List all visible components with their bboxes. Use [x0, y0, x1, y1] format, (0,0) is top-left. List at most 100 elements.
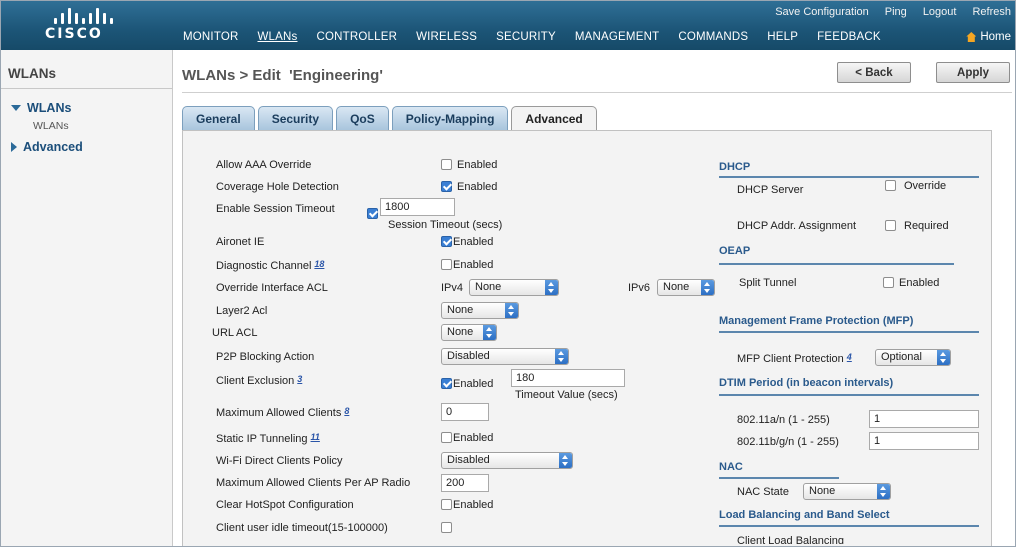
- sidebar-item-advanced[interactable]: Advanced: [11, 140, 83, 154]
- tab-general[interactable]: General: [182, 106, 255, 130]
- aironet-ie-label: Aironet IE: [216, 236, 265, 248]
- max-per-radio-label: Maximum Allowed Clients Per AP Radio: [216, 477, 411, 489]
- tab-security[interactable]: Security: [257, 106, 334, 130]
- diagnostic-channel-note[interactable]: 18: [314, 259, 324, 269]
- sidebar-item-label: Advanced: [23, 140, 83, 154]
- session-timeout-label: Enable Session Timeout: [216, 203, 335, 215]
- max-clients-note[interactable]: 8: [344, 406, 349, 416]
- client-exclusion-checkbox[interactable]: [441, 378, 452, 389]
- dtim-b-input[interactable]: 1: [869, 432, 979, 450]
- select-arrows-icon: [559, 453, 572, 468]
- top-header: CISCO Save Configuration Ping Logout Ref…: [1, 1, 1015, 50]
- max-clients-label: Maximum Allowed Clients 8: [216, 406, 350, 419]
- dhcp-override-label: Override: [904, 180, 947, 192]
- home-icon: [966, 32, 977, 42]
- session-timeout-input[interactable]: 1800: [380, 198, 455, 216]
- ipv6-label: IPv6: [628, 282, 651, 294]
- tab-qos[interactable]: QoS: [336, 106, 389, 130]
- static-ip-note[interactable]: 11: [311, 432, 320, 442]
- refresh-link[interactable]: Refresh: [972, 6, 1011, 18]
- max-per-radio-input[interactable]: 200: [441, 474, 489, 492]
- diagnostic-channel-label: Diagnostic Channel 18: [216, 259, 325, 272]
- ipv4-label: IPv4: [441, 282, 464, 294]
- sidebar-item-wlans[interactable]: WLANs: [11, 101, 71, 115]
- idle-timeout-checkbox[interactable]: [441, 522, 452, 533]
- oeap-divider: [719, 263, 954, 265]
- exclusion-timeout-caption: Timeout Value (secs): [515, 389, 618, 401]
- back-button[interactable]: < Back: [837, 62, 911, 83]
- mfp-note[interactable]: 4: [847, 352, 852, 362]
- sidebar-subitem-wlans[interactable]: WLANs: [33, 120, 69, 132]
- apply-button[interactable]: Apply: [936, 62, 1010, 83]
- ipv4-acl-select[interactable]: None: [469, 279, 559, 296]
- page-title: WLANs > Edit 'Engineering': [182, 67, 383, 84]
- clear-hotspot-checkbox[interactable]: [441, 499, 452, 510]
- layer2-acl-select[interactable]: None: [441, 302, 519, 319]
- sidebar-item-label: WLANs: [27, 101, 72, 115]
- aaa-override-check-label: Enabled: [457, 159, 498, 171]
- select-arrows-icon: [555, 349, 568, 364]
- mfp-section-title: Management Frame Protection (MFP): [719, 315, 914, 327]
- exclusion-timeout-input[interactable]: 180: [511, 369, 625, 387]
- nac-state-label: NAC State: [737, 486, 789, 498]
- static-ip-checkbox[interactable]: [441, 432, 452, 443]
- title-divider: [182, 92, 1012, 93]
- tab-bar: General Security QoS Policy-Mapping Adva…: [182, 106, 597, 131]
- nav-help[interactable]: HELP: [767, 31, 798, 43]
- wifi-direct-select[interactable]: Disabled: [441, 452, 573, 469]
- nav-wlans[interactable]: WLANs: [258, 31, 298, 43]
- diagnostic-channel-check-label: Enabled: [453, 259, 494, 271]
- nav-management[interactable]: MANAGEMENT: [575, 31, 659, 43]
- client-exclusion-note[interactable]: 3: [297, 374, 302, 384]
- p2p-blocking-select[interactable]: Disabled: [441, 348, 569, 365]
- wlc-window: CISCO Save Configuration Ping Logout Ref…: [0, 0, 1016, 547]
- client-exclusion-check-label: Enabled: [453, 378, 494, 390]
- aaa-override-label: Allow AAA Override: [216, 159, 312, 171]
- load-balancing-divider: [719, 525, 979, 527]
- dtim-a-label: 802.11a/n (1 - 255): [737, 414, 830, 426]
- tab-advanced[interactable]: Advanced: [511, 106, 597, 131]
- dhcp-server-label: DHCP Server: [737, 184, 804, 196]
- aaa-override-checkbox[interactable]: [441, 159, 452, 170]
- select-arrows-icon: [701, 280, 714, 295]
- save-configuration-link[interactable]: Save Configuration: [775, 6, 869, 18]
- nav-security[interactable]: SECURITY: [496, 31, 556, 43]
- nav-monitor[interactable]: MONITOR: [183, 31, 239, 43]
- dhcp-divider: [719, 176, 979, 178]
- dhcp-assignment-label: DHCP Addr. Assignment: [737, 220, 857, 232]
- session-timeout-checkbox[interactable]: [367, 208, 378, 219]
- advanced-panel: Allow AAA Override Enabled Coverage Hole…: [182, 130, 992, 546]
- mfp-select[interactable]: Optional: [875, 349, 951, 366]
- nav-feedback[interactable]: FEEDBACK: [817, 31, 881, 43]
- select-arrows-icon: [937, 350, 950, 365]
- aironet-ie-check-label: Enabled: [453, 236, 494, 248]
- nav-controller[interactable]: CONTROLLER: [316, 31, 397, 43]
- split-tunnel-checkbox[interactable]: [883, 277, 894, 288]
- session-timeout-caption: Session Timeout (secs): [388, 219, 503, 231]
- cisco-logo: CISCO: [45, 8, 135, 46]
- dhcp-required-checkbox[interactable]: [885, 220, 896, 231]
- nav-wireless[interactable]: WIRELESS: [416, 31, 477, 43]
- coverage-hole-checkbox[interactable]: [441, 181, 452, 192]
- sidebar: WLANs WLANs WLANs Advanced: [1, 50, 173, 546]
- home-link[interactable]: Home: [966, 31, 1011, 43]
- dtim-a-input[interactable]: 1: [869, 410, 979, 428]
- dhcp-override-checkbox[interactable]: [885, 180, 896, 191]
- coverage-hole-check-label: Enabled: [457, 181, 498, 193]
- nac-state-select[interactable]: None: [803, 483, 891, 500]
- select-arrows-icon: [483, 325, 496, 340]
- url-acl-select[interactable]: None: [441, 324, 497, 341]
- ipv6-acl-select[interactable]: None: [657, 279, 715, 296]
- clear-hotspot-label: Clear HotSpot Configuration: [216, 499, 354, 511]
- logout-link[interactable]: Logout: [923, 6, 957, 18]
- tab-policy-mapping[interactable]: Policy-Mapping: [391, 106, 509, 130]
- max-clients-input[interactable]: 0: [441, 403, 489, 421]
- nac-divider: [719, 477, 839, 479]
- ping-link[interactable]: Ping: [885, 6, 907, 18]
- aironet-ie-checkbox[interactable]: [441, 236, 452, 247]
- mfp-client-label: MFP Client Protection 4: [737, 352, 852, 365]
- p2p-blocking-label: P2P Blocking Action: [216, 351, 315, 363]
- nav-commands[interactable]: COMMANDS: [678, 31, 748, 43]
- diagnostic-channel-checkbox[interactable]: [441, 259, 452, 270]
- nac-section-title: NAC: [719, 461, 743, 473]
